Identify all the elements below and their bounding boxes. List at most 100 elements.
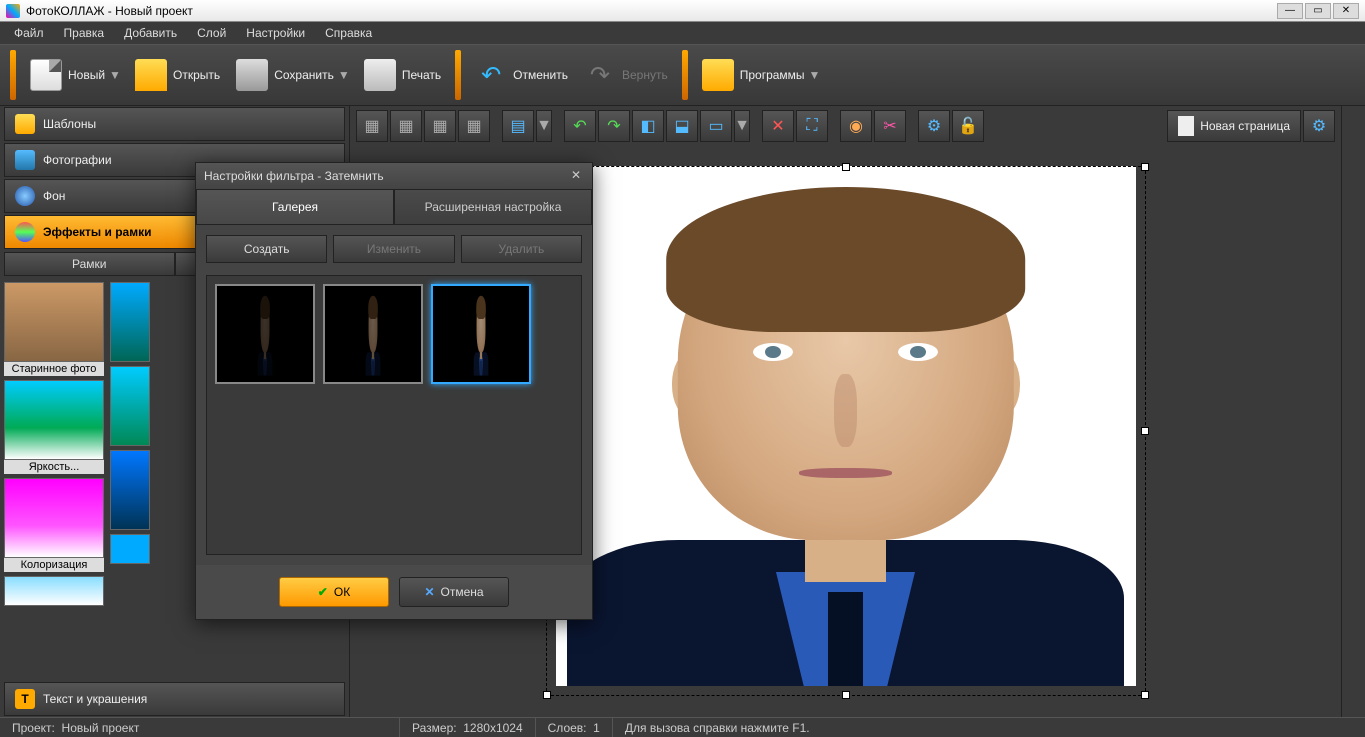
flip-h-button[interactable]: ◧	[632, 110, 664, 142]
resize-handle[interactable]	[1141, 427, 1149, 435]
new-page-button[interactable]: Новая страница	[1167, 110, 1301, 142]
photo-icon	[15, 150, 35, 170]
effect-thumb[interactable]	[110, 534, 150, 564]
check-icon: ✔	[318, 585, 328, 599]
dropdown-icon[interactable]: ▼	[109, 68, 119, 82]
rotate-left-button[interactable]: ↶	[564, 110, 596, 142]
palette-icon	[15, 222, 35, 242]
dialog-close-button[interactable]: ✕	[568, 168, 584, 184]
right-strip	[1341, 106, 1365, 717]
folder-icon	[135, 59, 167, 91]
resize-handle[interactable]	[543, 691, 551, 699]
edit-button[interactable]: Изменить	[333, 235, 454, 263]
effect-thumb[interactable]	[4, 576, 104, 606]
dialog-titlebar[interactable]: Настройки фильтра - Затемнить ✕	[196, 163, 592, 189]
canvas-page[interactable]	[556, 166, 1136, 686]
preset-thumb[interactable]	[431, 284, 531, 384]
menu-settings[interactable]: Настройки	[236, 23, 315, 43]
effect-thumb[interactable]	[110, 366, 150, 446]
close-button[interactable]: ✕	[1333, 3, 1359, 19]
print-icon	[364, 59, 396, 91]
window-title: ФотоКОЛЛАЖ - Новый проект	[26, 4, 193, 18]
toolbar-separator	[682, 50, 688, 100]
redo-button[interactable]: ↷Вернуть	[576, 55, 676, 95]
save-button[interactable]: Сохранить▼	[228, 55, 356, 95]
subtab-frames[interactable]: Рамки	[4, 252, 175, 276]
page-settings-button[interactable]: ⚙	[1303, 110, 1335, 142]
effect-thumb[interactable]: Старинное фото	[4, 282, 104, 376]
undo-button[interactable]: ↶Отменить	[467, 55, 576, 95]
fit-button[interactable]: ▭	[700, 110, 732, 142]
new-button[interactable]: Новый▼	[22, 55, 127, 95]
create-button[interactable]: Создать	[206, 235, 327, 263]
align-button[interactable]: ▤	[502, 110, 534, 142]
menu-add[interactable]: Добавить	[114, 23, 187, 43]
programs-button[interactable]: Программы▼	[694, 55, 827, 95]
accordion-text[interactable]: TТекст и украшения	[4, 682, 345, 716]
open-button[interactable]: Открыть	[127, 55, 228, 95]
statusbar: Проект: Новый проект Размер: 1280x1024 С…	[0, 717, 1365, 737]
page-icon	[1178, 116, 1194, 136]
app-logo-icon	[6, 4, 20, 18]
delete-button[interactable]: Удалить	[461, 235, 582, 263]
status-project: Проект: Новый проект	[0, 718, 400, 737]
save-icon	[236, 59, 268, 91]
rotate-right-button[interactable]: ↷	[598, 110, 630, 142]
maximize-button[interactable]: ▭	[1305, 3, 1331, 19]
crop-button[interactable]: ⛶	[796, 110, 828, 142]
resize-handle[interactable]	[842, 691, 850, 699]
box-icon	[702, 59, 734, 91]
layer-back-button[interactable]: ▦	[458, 110, 490, 142]
globe-icon	[15, 186, 35, 206]
layer-forward-button[interactable]: ▦	[390, 110, 422, 142]
layer-backward-button[interactable]: ▦	[424, 110, 456, 142]
filter-dialog: Настройки фильтра - Затемнить ✕ Галерея …	[195, 162, 593, 620]
layer-front-button[interactable]: ▦	[356, 110, 388, 142]
minimize-button[interactable]: —	[1277, 3, 1303, 19]
text-icon: T	[15, 689, 35, 709]
resize-handle[interactable]	[842, 163, 850, 171]
cut-button[interactable]: ✂	[874, 110, 906, 142]
canvas-toolbar: ▦ ▦ ▦ ▦ ▤ ▼ ↶ ↷ ◧ ⬓ ▭ ▼ ✕ ⛶ ◉	[350, 106, 1341, 146]
dropdown-icon[interactable]: ▼	[338, 68, 348, 82]
menu-help[interactable]: Справка	[315, 23, 382, 43]
titlebar: ФотоКОЛЛАЖ - Новый проект — ▭ ✕	[0, 0, 1365, 22]
effect-thumb[interactable]: Колоризация	[4, 478, 104, 572]
preset-thumb[interactable]	[323, 284, 423, 384]
dialog-title: Настройки фильтра - Затемнить	[204, 169, 384, 183]
star-icon	[15, 114, 35, 134]
tab-gallery[interactable]: Галерея	[196, 189, 394, 225]
settings-button[interactable]: ⚙	[918, 110, 950, 142]
print-button[interactable]: Печать	[356, 55, 449, 95]
align-dropdown[interactable]: ▼	[536, 110, 552, 142]
resize-handle[interactable]	[1141, 691, 1149, 699]
dropdown-icon[interactable]: ▼	[809, 68, 819, 82]
menu-file[interactable]: Файл	[4, 23, 54, 43]
status-size: Размер: 1280x1024	[400, 718, 536, 737]
menu-edit[interactable]: Правка	[54, 23, 115, 43]
effect-thumb[interactable]: Яркость...	[4, 380, 104, 474]
accordion-templates[interactable]: Шаблоны	[4, 107, 345, 141]
menu-layer[interactable]: Слой	[187, 23, 236, 43]
close-icon: ✕	[424, 585, 434, 599]
cancel-button[interactable]: ✕Отмена	[399, 577, 509, 607]
tab-advanced[interactable]: Расширенная настройка	[394, 189, 592, 225]
color-button[interactable]: ◉	[840, 110, 872, 142]
preset-thumb[interactable]	[215, 284, 315, 384]
resize-handle[interactable]	[1141, 163, 1149, 171]
delete-button[interactable]: ✕	[762, 110, 794, 142]
status-help: Для вызова справки нажмите F1.	[613, 718, 1365, 737]
undo-icon: ↶	[475, 59, 507, 91]
lock-button[interactable]: 🔓	[952, 110, 984, 142]
selection-box[interactable]	[546, 166, 1146, 696]
fit-dropdown[interactable]: ▼	[734, 110, 750, 142]
new-icon	[30, 59, 62, 91]
effect-thumb[interactable]	[110, 450, 150, 530]
effect-thumb[interactable]	[110, 282, 150, 362]
ok-button[interactable]: ✔ОК	[279, 577, 389, 607]
preset-gallery	[206, 275, 582, 555]
menubar: Файл Правка Добавить Слой Настройки Спра…	[0, 22, 1365, 44]
main-toolbar: Новый▼ Открыть Сохранить▼ Печать ↶Отмени…	[0, 44, 1365, 106]
flip-v-button[interactable]: ⬓	[666, 110, 698, 142]
toolbar-separator	[10, 50, 16, 100]
